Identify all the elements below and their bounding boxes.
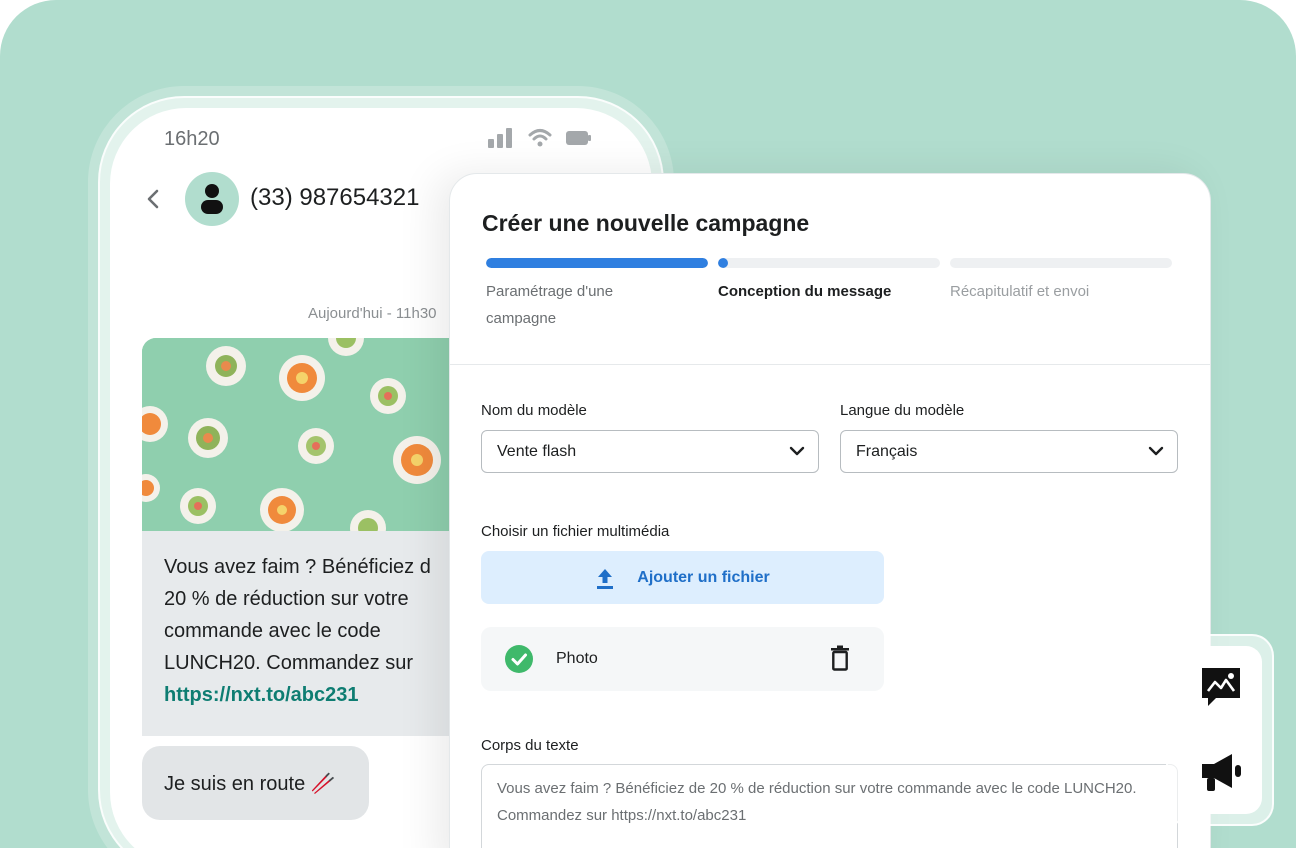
panel-title: Créer une nouvelle campagne <box>482 210 810 236</box>
step-3[interactable]: Récapitulatif et envoi <box>950 258 1172 332</box>
stepper: Paramétrage d'une campagne Conception du… <box>486 258 1172 332</box>
status-time: 16h20 <box>164 128 220 150</box>
megaphone-icon[interactable] <box>1198 750 1244 796</box>
check-icon <box>505 645 533 673</box>
back-chevron-icon[interactable] <box>144 188 162 210</box>
contact-avatar <box>185 172 239 226</box>
add-file-label: Ajouter un fichier <box>637 568 770 586</box>
step-1-label: Paramétrage d'une campagne <box>486 283 614 327</box>
template-name-label: Nom du modèle <box>481 402 587 419</box>
signal-icon <box>488 128 512 148</box>
wifi-icon <box>528 129 552 147</box>
template-name-value: Vente flash <box>497 443 577 460</box>
image-message-icon[interactable] <box>1198 664 1244 710</box>
step-3-progress <box>950 258 1172 268</box>
body-textarea[interactable]: Vous avez faim ? Bénéficiez de 20 % de r… <box>481 764 1178 848</box>
template-name-select[interactable]: Vente flash <box>481 430 819 473</box>
chevron-down-icon <box>789 446 805 456</box>
user-icon <box>201 184 223 214</box>
step-1[interactable]: Paramétrage d'une campagne <box>486 258 708 332</box>
contact-number: (33) 987654321 <box>250 184 420 211</box>
template-lang-label: Langue du modèle <box>840 402 965 419</box>
file-item: Photo <box>481 627 884 691</box>
upload-icon <box>597 568 614 589</box>
battery-icon <box>566 131 591 145</box>
status-icons <box>488 128 592 148</box>
reply-bubble: Je suis en route 🥢 <box>142 746 369 820</box>
step-2-label: Conception du message <box>718 283 892 300</box>
template-lang-value: Français <box>856 443 918 460</box>
add-file-button[interactable]: Ajouter un fichier <box>481 551 884 604</box>
divider <box>450 364 1210 365</box>
step-1-progress <box>486 258 708 268</box>
template-lang-select[interactable]: Français <box>840 430 1178 473</box>
trash-icon[interactable] <box>830 645 850 671</box>
message-date: Aujourd'hui - 11h30 <box>308 305 437 322</box>
step-3-label: Récapitulatif et envoi <box>950 283 1090 300</box>
file-name: Photo <box>556 650 598 667</box>
chevron-down-icon <box>1148 446 1164 456</box>
background: 16h20 (33) 987654321 Aujourd'hui - 11h30… <box>0 0 1296 848</box>
step-2-progress <box>718 258 940 268</box>
campaign-panel: Créer une nouvelle campagne Paramétrage … <box>449 173 1211 848</box>
body-label: Corps du texte <box>481 737 579 754</box>
media-label: Choisir un fichier multimédia <box>481 523 670 540</box>
step-2[interactable]: Conception du message <box>718 258 940 332</box>
